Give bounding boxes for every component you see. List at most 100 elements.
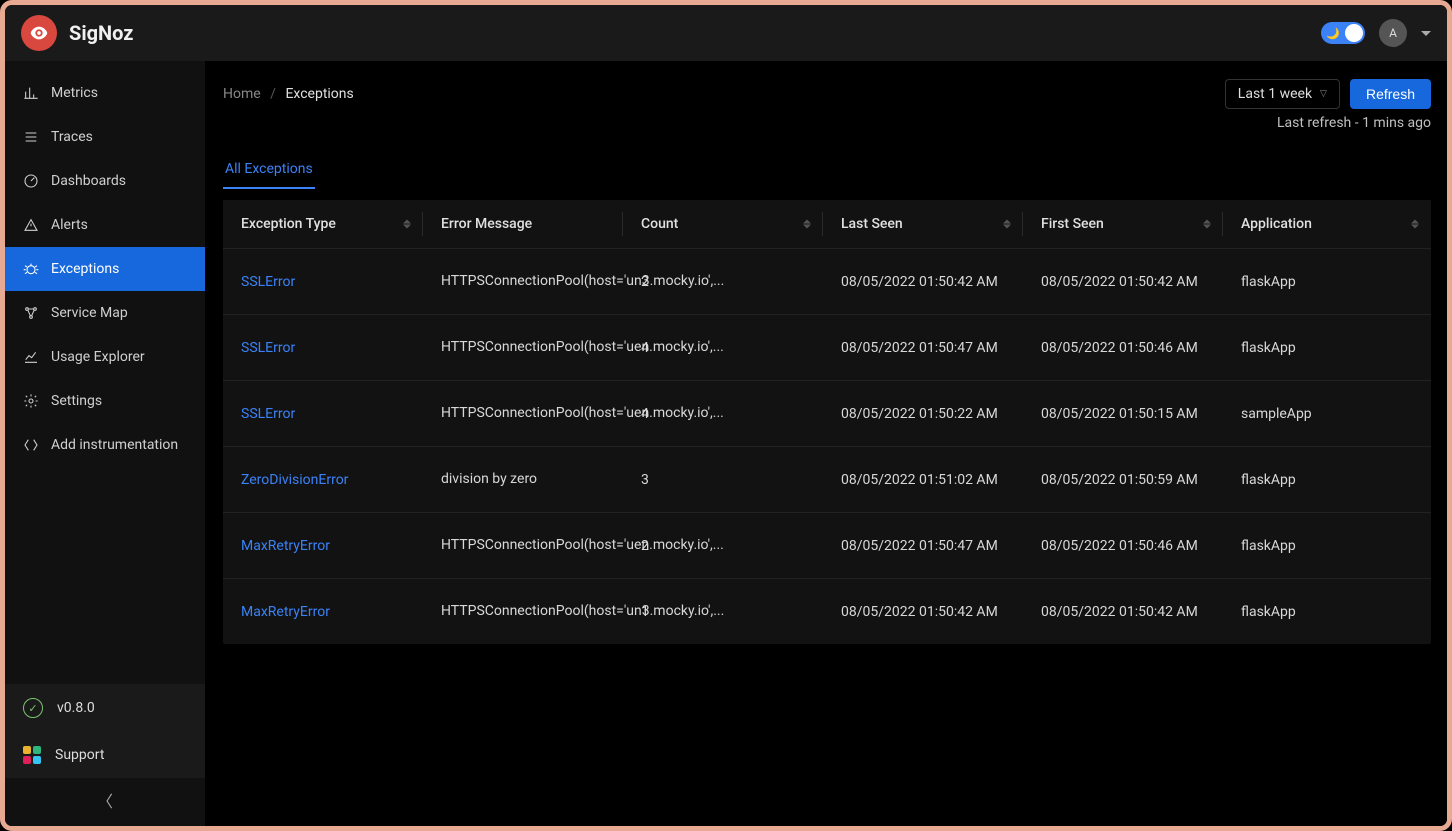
sidebar-item-label: Traces: [51, 129, 93, 145]
col-last-seen[interactable]: Last Seen: [823, 200, 1023, 249]
sidebar-item-exceptions[interactable]: Exceptions: [5, 247, 205, 291]
sort-icon[interactable]: [1411, 220, 1419, 229]
cell-exception-type[interactable]: ZeroDivisionError: [223, 447, 423, 513]
table-row[interactable]: SSLErrorHTTPSConnectionPool(host='uen.mo…: [223, 315, 1431, 381]
brand: SigNoz: [21, 15, 133, 51]
refresh-button[interactable]: Refresh: [1350, 79, 1431, 109]
line-chart-icon: [23, 349, 39, 365]
cell-application: flaskApp: [1223, 579, 1431, 645]
sidebar-item-service-map[interactable]: Service Map: [5, 291, 205, 335]
sort-icon[interactable]: [1203, 220, 1211, 229]
breadcrumb: Home / Exceptions: [223, 86, 354, 102]
cell-application: flaskApp: [1223, 249, 1431, 315]
topbar-right: 🌙 A: [1321, 19, 1431, 47]
cell-exception-type[interactable]: MaxRetryError: [223, 513, 423, 579]
chevron-left-icon: 〈: [97, 788, 113, 812]
cell-exception-type[interactable]: SSLError: [223, 315, 423, 381]
brand-name: SigNoz: [69, 21, 133, 45]
exceptions-table: Exception Type Error Message Count: [223, 200, 1431, 644]
main-content: Home / Exceptions Last 1 week ▽ Refresh …: [205, 61, 1447, 826]
table-row[interactable]: ZeroDivisionErrordivision by zero308/05/…: [223, 447, 1431, 513]
support-row[interactable]: Support: [5, 732, 205, 778]
breadcrumb-current: Exceptions: [285, 86, 353, 102]
brand-logo-icon: [21, 15, 57, 51]
cell-exception-type[interactable]: SSLError: [223, 381, 423, 447]
col-application[interactable]: Application: [1223, 200, 1431, 249]
sidebar-collapse-button[interactable]: 〈: [5, 778, 205, 826]
table-row[interactable]: SSLErrorHTTPSConnectionPool(host='un3.mo…: [223, 249, 1431, 315]
sidebar-item-metrics[interactable]: Metrics: [5, 71, 205, 115]
cell-application: flaskApp: [1223, 513, 1431, 579]
topbar: SigNoz 🌙 A: [5, 5, 1447, 61]
refresh-info: Last refresh - 1 mins ago: [223, 115, 1431, 131]
breadcrumb-separator: /: [270, 86, 276, 102]
cell-last-seen: 08/05/2022 01:50:47 AM: [823, 513, 1023, 579]
sidebar-item-label: Alerts: [51, 217, 88, 233]
sidebar-item-dashboards[interactable]: Dashboards: [5, 159, 205, 203]
bug-icon: [23, 261, 39, 277]
sidebar-item-traces[interactable]: Traces: [5, 115, 205, 159]
cell-error-message: HTTPSConnectionPool(host='uen.mocky.io',…: [423, 315, 623, 381]
cell-application: sampleApp: [1223, 381, 1431, 447]
sidebar-item-label: Dashboards: [51, 173, 126, 189]
moon-icon: 🌙: [1326, 27, 1340, 40]
dashboard-icon: [23, 173, 39, 189]
cell-last-seen: 08/05/2022 01:50:42 AM: [823, 249, 1023, 315]
slack-icon: [23, 746, 41, 764]
cell-first-seen: 08/05/2022 01:50:46 AM: [1023, 513, 1223, 579]
col-first-seen[interactable]: First Seen: [1023, 200, 1223, 249]
check-circle-icon: ✓: [23, 698, 43, 718]
sort-icon[interactable]: [403, 220, 411, 229]
cell-error-message: HTTPSConnectionPool(host='uen.mocky.io',…: [423, 513, 623, 579]
cell-exception-type[interactable]: MaxRetryError: [223, 579, 423, 645]
bar-chart-icon: [23, 85, 39, 101]
cell-count: 3: [623, 447, 823, 513]
breadcrumb-home[interactable]: Home: [223, 86, 261, 102]
gear-icon: [23, 393, 39, 409]
sidebar-item-add-instrumentation[interactable]: Add instrumentation: [5, 423, 205, 467]
cell-first-seen: 08/05/2022 01:50:42 AM: [1023, 249, 1223, 315]
sidebar-item-label: Add instrumentation: [51, 437, 178, 453]
sidebar: Metrics Traces Dashboards Alerts Excepti…: [5, 61, 205, 826]
cell-error-message: division by zero: [423, 447, 623, 513]
cell-last-seen: 08/05/2022 01:50:47 AM: [823, 315, 1023, 381]
toggle-knob: [1345, 24, 1363, 42]
sort-icon[interactable]: [803, 220, 811, 229]
list-icon: [23, 129, 39, 145]
tab-all-exceptions[interactable]: All Exceptions: [223, 151, 315, 189]
sidebar-item-label: Exceptions: [51, 261, 119, 277]
cell-first-seen: 08/05/2022 01:50:42 AM: [1023, 579, 1223, 645]
sidebar-item-label: Service Map: [51, 305, 128, 321]
sort-icon[interactable]: [1003, 220, 1011, 229]
sidebar-item-label: Settings: [51, 393, 102, 409]
user-menu-caret-icon[interactable]: [1421, 31, 1431, 36]
cell-error-message: HTTPSConnectionPool(host='un3.mocky.io',…: [423, 249, 623, 315]
time-range-select[interactable]: Last 1 week ▽: [1225, 79, 1340, 109]
version-row[interactable]: ✓ v0.8.0: [5, 684, 205, 732]
col-exception-type[interactable]: Exception Type: [223, 200, 423, 249]
version-label: v0.8.0: [57, 700, 95, 716]
cell-last-seen: 08/05/2022 01:51:02 AM: [823, 447, 1023, 513]
cell-first-seen: 08/05/2022 01:50:15 AM: [1023, 381, 1223, 447]
cell-last-seen: 08/05/2022 01:50:42 AM: [823, 579, 1023, 645]
cell-first-seen: 08/05/2022 01:50:59 AM: [1023, 447, 1223, 513]
cell-application: flaskApp: [1223, 447, 1431, 513]
api-icon: [23, 437, 39, 453]
col-count[interactable]: Count: [623, 200, 823, 249]
avatar[interactable]: A: [1379, 19, 1407, 47]
sidebar-item-label: Metrics: [51, 85, 98, 101]
time-range-value: Last 1 week: [1238, 86, 1312, 102]
sidebar-item-alerts[interactable]: Alerts: [5, 203, 205, 247]
table-row[interactable]: MaxRetryErrorHTTPSConnectionPool(host='u…: [223, 513, 1431, 579]
sidebar-item-usage-explorer[interactable]: Usage Explorer: [5, 335, 205, 379]
table-row[interactable]: MaxRetryErrorHTTPSConnectionPool(host='u…: [223, 579, 1431, 645]
support-label: Support: [55, 747, 104, 763]
cell-error-message: HTTPSConnectionPool(host='uen.mocky.io',…: [423, 381, 623, 447]
table-row[interactable]: SSLErrorHTTPSConnectionPool(host='uen.mo…: [223, 381, 1431, 447]
cell-exception-type[interactable]: SSLError: [223, 249, 423, 315]
sidebar-item-settings[interactable]: Settings: [5, 379, 205, 423]
alert-icon: [23, 217, 39, 233]
network-icon: [23, 305, 39, 321]
cell-error-message: HTTPSConnectionPool(host='un3.mocky.io',…: [423, 579, 623, 645]
theme-toggle[interactable]: 🌙: [1321, 22, 1365, 44]
